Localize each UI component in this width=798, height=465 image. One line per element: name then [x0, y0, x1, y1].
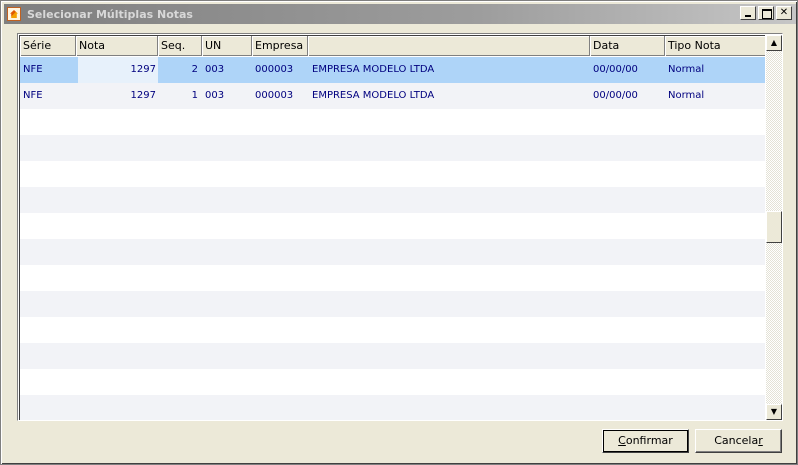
cancel-button[interactable]: Cancelar — [695, 429, 782, 453]
empty-row — [20, 239, 765, 265]
empty-row — [20, 343, 765, 369]
title-bar[interactable]: Selecionar Múltiplas Notas — [4, 4, 796, 24]
dialog-window: Selecionar Múltiplas Notas Série Nota Se… — [0, 0, 798, 465]
cancel-label: Cancela — [714, 434, 759, 447]
empty-row — [20, 395, 765, 420]
empty-row — [20, 109, 765, 135]
empty-row — [20, 187, 765, 213]
cancel-accelerator: r — [758, 434, 763, 447]
table-row[interactable]: NFE 1297 1 003 000003 EMPRESA MODELO LTD… — [20, 83, 765, 109]
cell-seq: 2 — [191, 64, 198, 75]
maximize-icon[interactable] — [758, 6, 774, 20]
empty-row — [20, 135, 765, 161]
empty-row — [20, 161, 765, 187]
column-header-un[interactable]: UN — [202, 36, 252, 56]
cell-un: 003 — [205, 90, 225, 101]
confirm-accelerator: C — [618, 434, 626, 447]
column-header-empresa[interactable]: Empresa — [252, 36, 308, 56]
app-icon — [7, 7, 21, 21]
confirm-label: onfirmar — [625, 434, 673, 447]
close-icon[interactable] — [776, 6, 792, 20]
cell-empresa-nome: EMPRESA MODELO LTDA — [312, 90, 435, 101]
empty-row — [20, 265, 765, 291]
column-header-data[interactable]: Data — [590, 36, 665, 56]
empty-row — [20, 369, 765, 395]
scrollbar-thumb[interactable] — [766, 211, 782, 243]
cell-nota: 1297 — [78, 57, 158, 83]
cell-seq: 1 — [191, 90, 198, 101]
column-header-serie[interactable]: Série — [20, 36, 76, 56]
arrow-down-icon[interactable]: ▼ — [766, 404, 782, 420]
cell-empresa: 000003 — [255, 90, 294, 101]
column-header-nome[interactable] — [308, 36, 590, 56]
cell-empresa: 000003 — [255, 64, 294, 75]
cell-nota: 1297 — [130, 90, 156, 101]
grid-body: Série Nota Seq. UN Empresa Data Tipo Not… — [19, 35, 765, 420]
cell-un: 003 — [205, 64, 225, 75]
column-header-nota[interactable]: Nota — [76, 36, 158, 56]
cell-tipo-nota: Normal — [668, 64, 705, 75]
cell-data: 00/00/00 — [593, 90, 638, 101]
cell-tipo-nota: Normal — [668, 90, 705, 101]
arrow-up-icon[interactable]: ▲ — [766, 35, 782, 51]
column-header-seq[interactable]: Seq. — [158, 36, 202, 56]
cell-data: 00/00/00 — [593, 64, 638, 75]
cell-serie: NFE — [23, 64, 43, 75]
empty-row — [20, 291, 765, 317]
cell-serie: NFE — [23, 90, 43, 101]
vertical-scrollbar[interactable]: ▲ ▼ — [766, 35, 782, 420]
confirm-button[interactable]: Confirmar — [602, 429, 689, 453]
minimize-icon[interactable] — [740, 6, 756, 20]
cell-empresa-nome: EMPRESA MODELO LTDA — [312, 64, 435, 75]
empty-row — [20, 317, 765, 343]
table-row[interactable]: NFE 1297 2 003 000003 EMPRESA MODELO LTD… — [20, 57, 765, 83]
window-controls — [740, 6, 792, 20]
grid-header: Série Nota Seq. UN Empresa Data Tipo Not… — [20, 36, 765, 56]
window-title: Selecionar Múltiplas Notas — [27, 7, 193, 21]
empty-row — [20, 213, 765, 239]
column-header-tipo[interactable]: Tipo Nota — [665, 36, 765, 56]
notes-grid[interactable]: Série Nota Seq. UN Empresa Data Tipo Not… — [17, 33, 783, 421]
